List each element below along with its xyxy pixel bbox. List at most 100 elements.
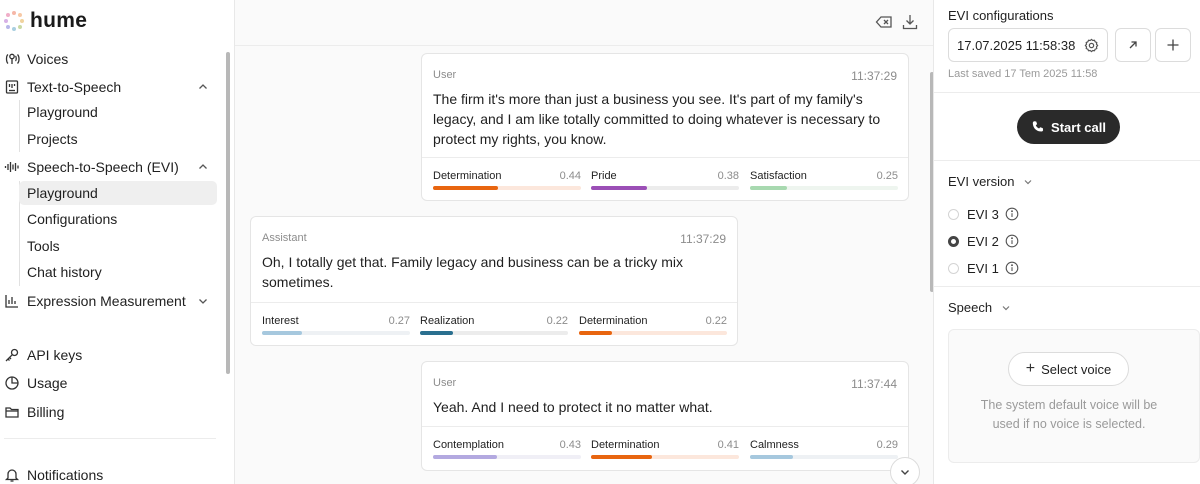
message-role: Assistant (262, 232, 307, 244)
sidebar-item-tts-playground[interactable]: Playground (19, 100, 217, 124)
emotion-bar-track (262, 331, 410, 335)
emotion-bar-fill (433, 186, 499, 190)
evi-version-option-2[interactable]: EVI 2 (948, 232, 1019, 250)
select-voice-button[interactable]: + Select voice (1008, 352, 1129, 386)
sidebar-item-tts-projects[interactable]: Projects (19, 127, 217, 151)
sidebar-item-label: API keys (27, 347, 83, 363)
sidebar-divider (4, 438, 216, 439)
chevron-up-icon[interactable] (196, 160, 210, 174)
message-time: 11:37:29 (680, 232, 726, 246)
message-time: 11:37:29 (851, 69, 897, 83)
emotion-scores: Interest 0.27 Realization 0.22 Determina… (251, 302, 737, 346)
gear-icon[interactable] (1084, 38, 1099, 53)
chat-toolbar (235, 0, 933, 46)
emotion-scores: Contemplation 0.43 Determination 0.41 Ca… (422, 426, 908, 471)
sidebar-item-label: Voices (27, 51, 69, 67)
message-role: User (433, 377, 457, 389)
emotion-score: Determination 0.22 (579, 315, 727, 339)
speech-header[interactable]: Speech (948, 300, 1012, 315)
sidebar-item-speech-to-speech[interactable]: Speech-to-Speech (EVI) (0, 155, 220, 179)
sidebar-item-tools[interactable]: Tools (19, 234, 217, 258)
sidebar-item-voices[interactable]: Voices (0, 47, 220, 71)
start-call-button[interactable]: Start call (1017, 110, 1120, 144)
emotion-bar-fill (750, 186, 787, 190)
chevron-up-icon[interactable] (196, 80, 210, 94)
chevron-down-icon[interactable] (196, 294, 210, 308)
emotion-bar-track (591, 186, 739, 190)
emotion-score: Calmness 0.29 (750, 439, 898, 463)
config-panel: EVI configurations 17.07.2025 11:58:38 L… (933, 0, 1200, 484)
brand-logo[interactable]: hume (4, 8, 87, 34)
sidebar-item-api-keys[interactable]: API keys (0, 343, 220, 367)
emotion-scores: Determination 0.44 Pride 0.38 Satisfacti… (422, 157, 908, 201)
phone-icon (1032, 121, 1044, 132)
message-text: Oh, I totally get that. Family legacy an… (262, 254, 683, 290)
sidebar-item-chat-history[interactable]: Chat history (19, 260, 217, 284)
sidebar-item-billing[interactable]: Billing (0, 400, 220, 424)
sidebar-item-configurations[interactable]: Configurations (19, 207, 217, 231)
emotion-value: 0.44 (559, 170, 581, 182)
sidebar-item-label: Usage (27, 375, 68, 391)
emotion-value: 0.38 (717, 170, 739, 182)
open-config-button[interactable] (1115, 28, 1151, 62)
message-text: The firm it's more than just a business … (433, 91, 881, 147)
emotion-bar-fill (262, 331, 302, 335)
sidebar-item-evi-playground[interactable]: Playground (19, 181, 217, 205)
panel-divider (934, 286, 1200, 287)
config-select[interactable]: 17.07.2025 11:58:38 (948, 28, 1108, 62)
info-icon[interactable] (1005, 207, 1019, 221)
chat-panel: User 11:37:29 The firm it's more than ju… (235, 0, 934, 484)
sidebar-item-expression-measurement[interactable]: Expression Measurement (0, 289, 220, 313)
sidebar-item-notifications[interactable]: Notifications (0, 463, 220, 484)
chevron-down-icon (1025, 179, 1032, 184)
emotion-score: Realization 0.22 (420, 315, 568, 339)
sidebar: hume Voices Text-to-Speech Playground Pr… (0, 0, 235, 484)
emotion-bar-track (579, 331, 727, 335)
emotion-name: Determination (591, 439, 660, 451)
emotion-value: 0.41 (717, 439, 739, 451)
sidebar-item-text-to-speech[interactable]: Text-to-Speech (0, 75, 220, 99)
brand-name: hume (30, 9, 88, 32)
emotion-score: Interest 0.27 (262, 315, 410, 339)
emotion-value: 0.29 (876, 439, 898, 451)
scroll-to-bottom-button[interactable] (890, 457, 920, 484)
config-select-value: 17.07.2025 11:58:38 (957, 37, 1076, 53)
new-config-button[interactable] (1155, 28, 1191, 62)
download-icon[interactable] (901, 13, 919, 31)
arrow-up-right-icon (1129, 41, 1137, 49)
evi-version-option-3[interactable]: EVI 3 (948, 205, 1019, 223)
panel-divider (934, 160, 1200, 161)
evi-version-header[interactable]: EVI version (948, 174, 1034, 189)
emotion-bar-fill (420, 331, 453, 335)
emotion-bar-track (420, 331, 568, 335)
pie-chart-icon (4, 375, 20, 391)
info-icon[interactable] (1005, 261, 1019, 275)
emotion-bar-fill (579, 331, 612, 335)
chevron-down-icon (901, 470, 909, 475)
evi-version-option-1[interactable]: EVI 1 (948, 259, 1019, 277)
voice-hint-text: The system default voice will be used if… (980, 398, 1158, 431)
select-voice-label: Select voice (1041, 361, 1112, 377)
emotion-score: Pride 0.38 (591, 170, 739, 194)
info-icon[interactable] (1005, 234, 1019, 248)
emotion-bar-track (750, 455, 898, 459)
plus-icon: + (1025, 360, 1036, 377)
sidebar-item-label: Notifications (27, 467, 104, 483)
sidebar-scrollbar[interactable] (226, 52, 230, 374)
radio-button[interactable] (948, 208, 959, 220)
waveform-icon (4, 159, 20, 175)
emotion-value: 0.25 (876, 170, 898, 182)
message-text: Yeah. And I need to protect it no matter… (433, 399, 713, 415)
clear-chat-icon[interactable] (875, 13, 893, 31)
chat-message-user: User 11:37:29 The firm it's more than ju… (421, 53, 909, 201)
radio-button[interactable] (948, 262, 959, 274)
radio-button-selected[interactable] (948, 235, 959, 247)
message-role: User (433, 69, 457, 81)
sidebar-item-label: Billing (27, 404, 65, 420)
sidebar-item-usage[interactable]: Usage (0, 371, 220, 395)
start-call-label: Start call (1051, 119, 1106, 135)
chat-message-assistant: Assistant 11:37:29 Oh, I totally get tha… (250, 216, 738, 346)
emotion-name: Determination (579, 315, 648, 327)
emotion-score: Satisfaction 0.25 (750, 170, 898, 194)
emotion-bar-track (433, 455, 581, 459)
